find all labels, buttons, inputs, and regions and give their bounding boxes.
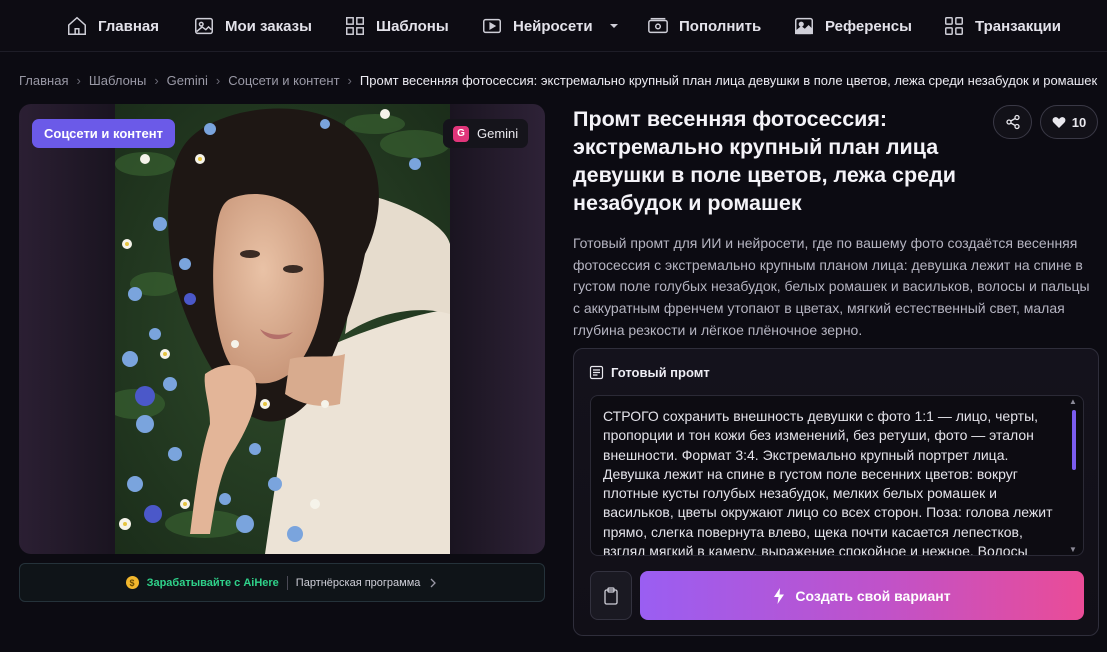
breadcrumb-separator: › <box>154 72 159 88</box>
partner-earn-text: Зарабатывайте с AiHere <box>146 576 279 589</box>
copy-prompt-button[interactable] <box>590 571 632 620</box>
template-description: Готовый промт для ИИ и нейросети, где по… <box>573 235 1090 338</box>
scroll-thumb[interactable] <box>1072 410 1076 470</box>
breadcrumb: Главная › Шаблоны › Gemini › Соцсети и к… <box>19 72 1097 88</box>
image-icon <box>195 17 213 35</box>
nav-item-label: Главная <box>98 17 160 35</box>
nav-item-transactions[interactable]: Транзакции <box>943 0 1061 52</box>
nav-item-orders[interactable]: Мои заказы <box>193 0 312 52</box>
nav-item-label: Мои заказы <box>225 17 312 35</box>
prompt-card: Готовый промт СТРОГО сохранить внешность… <box>573 348 1099 636</box>
breadcrumb-separator: › <box>215 72 221 88</box>
prompt-text: СТРОГО сохранить внешность девушки с фот… <box>603 408 1053 556</box>
model-tag[interactable]: G Gemini <box>443 119 529 148</box>
breadcrumb-templates[interactable]: Шаблоны <box>89 73 147 88</box>
heart-icon <box>1052 116 1066 128</box>
like-count: 10 <box>1071 114 1087 130</box>
top-navigation: Главная Мои заказы Шаблоны Нейросети Поп… <box>0 0 1107 52</box>
nav-item-home[interactable]: Главная <box>66 0 159 52</box>
prompt-textarea[interactable]: СТРОГО сохранить внешность девушки с фот… <box>590 395 1084 556</box>
breadcrumb-home[interactable]: Главная <box>19 73 68 88</box>
nav-item-templates[interactable]: Шаблоны <box>344 0 449 52</box>
page-title: Промт весенняя фотосессия: экстремально … <box>573 107 956 215</box>
nav-item-label: Транзакции <box>975 17 1061 35</box>
like-button[interactable]: 10 <box>1040 105 1098 139</box>
nav-item-neural-networks[interactable]: Нейросети <box>481 0 619 52</box>
chevron-right-icon <box>430 578 437 587</box>
model-tag-label: Gemini <box>477 126 519 141</box>
prompt-scrollbar[interactable]: ▲ ▼ <box>1065 396 1083 555</box>
template-preview-photo <box>115 104 450 554</box>
category-tag[interactable]: Соцсети и контент <box>32 119 175 148</box>
prompt-heading: Готовый промт <box>611 365 710 380</box>
picture-icon <box>795 17 813 35</box>
squares-icon <box>945 17 963 35</box>
document-icon <box>589 365 604 380</box>
create-variant-label: Создать свой вариант <box>795 587 951 604</box>
grid-icon <box>346 17 364 35</box>
share-button[interactable] <box>993 105 1032 139</box>
wallet-icon <box>648 17 668 34</box>
play-icon <box>483 18 501 34</box>
breadcrumb-separator: › <box>76 72 81 88</box>
lightning-icon <box>774 587 785 604</box>
partner-program-text: Партнёрская программа <box>295 576 421 589</box>
nav-item-label: Пополнить <box>679 17 762 35</box>
breadcrumb-separator: › <box>347 72 352 88</box>
scroll-down-icon[interactable]: ▼ <box>1069 545 1077 554</box>
breadcrumb-gemini[interactable]: Gemini <box>167 73 208 88</box>
gemini-icon: G <box>453 125 469 142</box>
nav-item-references[interactable]: Референсы <box>793 0 912 52</box>
home-icon <box>68 16 86 35</box>
breadcrumb-current: Промт весенняя фотосессия: экстремально … <box>359 72 1098 88</box>
template-preview-card: Соцсети и контент G Gemini <box>19 104 545 554</box>
breadcrumb-category[interactable]: Соцсети и контент <box>228 73 339 88</box>
scroll-up-icon[interactable]: ▲ <box>1069 397 1077 406</box>
divider <box>286 575 288 590</box>
chevron-down-icon <box>609 24 618 28</box>
nav-item-top-up[interactable]: Пополнить <box>647 0 761 52</box>
create-variant-button[interactable]: Создать свой вариант <box>640 571 1084 620</box>
money-bag-icon: $ <box>125 576 139 589</box>
nav-item-label: Нейросети <box>513 17 593 35</box>
prompt-header: Готовый промт <box>589 365 710 380</box>
partner-program-bar[interactable]: $ Зарабатывайте с AiHere Партнёрская про… <box>19 563 545 602</box>
clipboard-icon <box>604 586 618 605</box>
share-icon <box>1005 114 1020 130</box>
nav-item-label: Шаблоны <box>376 17 449 35</box>
nav-item-label: Референсы <box>825 17 912 35</box>
